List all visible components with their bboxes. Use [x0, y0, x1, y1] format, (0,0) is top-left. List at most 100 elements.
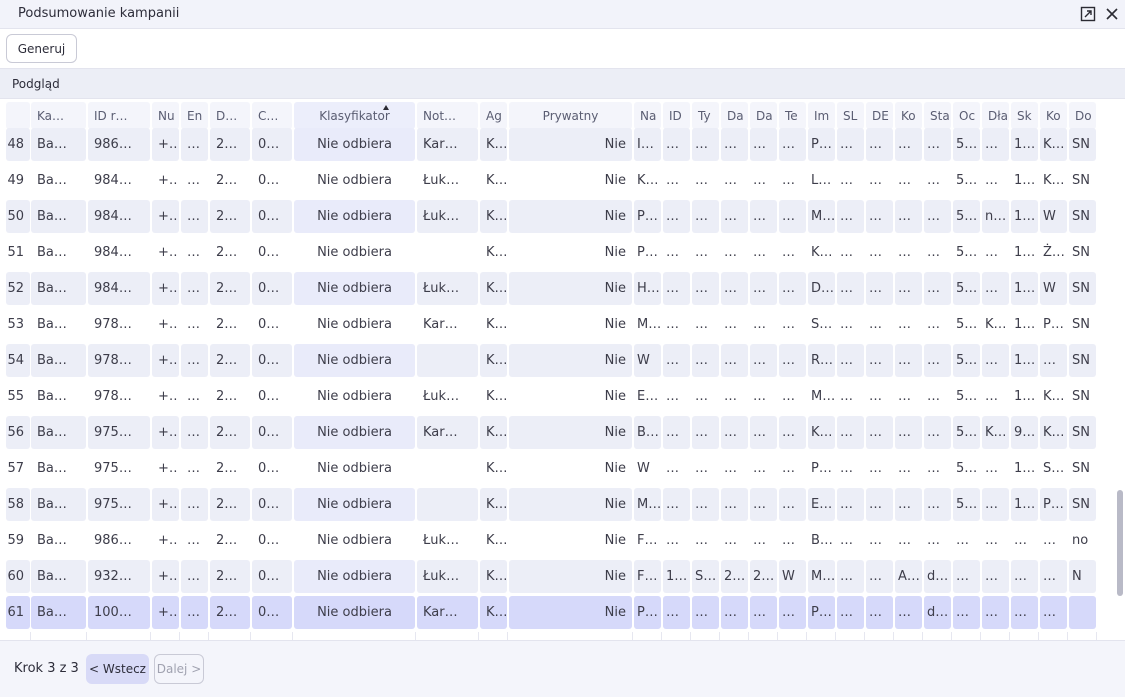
table-cell[interactable]: Kar…: [417, 416, 478, 449]
table-cell[interactable]: …: [721, 308, 748, 341]
table-cell[interactable]: …: [721, 272, 748, 305]
table-cell[interactable]: …: [895, 596, 922, 629]
table-cell[interactable]: …: [837, 416, 864, 449]
table-cell[interactable]: …: [721, 416, 748, 449]
table-cell[interactable]: K…: [1040, 416, 1067, 449]
table-cell[interactable]: …: [895, 200, 922, 233]
table-cell[interactable]: …: [181, 164, 208, 197]
table-cell[interactable]: …: [779, 272, 806, 305]
table-cell[interactable]: …: [837, 308, 864, 341]
table-cell[interactable]: …: [895, 164, 922, 197]
table-cell[interactable]: Nie: [509, 596, 632, 629]
table-cell[interactable]: 1…: [1011, 344, 1038, 377]
table-cell[interactable]: …: [1011, 560, 1038, 593]
table-cell[interactable]: 0…: [252, 164, 292, 197]
table-cell[interactable]: Ba…: [31, 272, 86, 305]
table-cell[interactable]: …: [837, 272, 864, 305]
table-cell[interactable]: K…: [808, 416, 835, 449]
table-cell[interactable]: Nie odbiera: [294, 596, 415, 629]
table-cell[interactable]: …: [895, 416, 922, 449]
table-cell[interactable]: …: [924, 416, 951, 449]
table-cell[interactable]: …: [692, 128, 719, 161]
table-cell[interactable]: …: [837, 236, 864, 269]
table-cell[interactable]: …: [663, 452, 690, 485]
table-cell[interactable]: …: [924, 236, 951, 269]
table-cell[interactable]: K…: [480, 524, 507, 557]
table-cell[interactable]: …: [924, 452, 951, 485]
table-cell[interactable]: …: [866, 200, 893, 233]
generate-button[interactable]: Generuj: [6, 34, 77, 63]
table-cell[interactable]: …: [837, 524, 864, 557]
table-cell[interactable]: K…: [480, 164, 507, 197]
table-cell[interactable]: …: [982, 596, 1009, 629]
table-cell[interactable]: +…: [152, 596, 179, 629]
table-cell[interactable]: 2…: [721, 560, 748, 593]
table-cell[interactable]: …: [779, 596, 806, 629]
table-row[interactable]: 56Ba…975…+……2…0…Nie odbieraKar…K…NieB…………: [0, 416, 1104, 449]
table-cell[interactable]: …: [692, 164, 719, 197]
table-cell[interactable]: …: [982, 488, 1009, 521]
table-cell[interactable]: …: [895, 452, 922, 485]
column-header[interactable]: C…: [252, 102, 292, 129]
table-cell[interactable]: …: [750, 308, 777, 341]
table-cell[interactable]: …: [663, 272, 690, 305]
table-cell[interactable]: 2…: [210, 596, 250, 629]
table-cell[interactable]: …: [837, 560, 864, 593]
table-cell[interactable]: 0…: [252, 272, 292, 305]
table-cell[interactable]: …: [837, 596, 864, 629]
table-cell[interactable]: 0…: [252, 524, 292, 557]
table-cell[interactable]: …: [663, 200, 690, 233]
table-cell[interactable]: …: [866, 524, 893, 557]
table-cell[interactable]: …: [866, 560, 893, 593]
table-cell[interactable]: …: [895, 380, 922, 413]
table-cell[interactable]: 1…: [663, 560, 690, 593]
table-cell[interactable]: …: [779, 488, 806, 521]
table-cell[interactable]: …: [750, 200, 777, 233]
table-cell[interactable]: [417, 236, 478, 269]
column-header[interactable]: Da: [750, 102, 777, 129]
table-row[interactable]: 57Ba…975…+……2…0…Nie odbieraK…NieW……………P……: [0, 452, 1104, 485]
table-cell[interactable]: 984…: [88, 236, 150, 269]
column-header[interactable]: Sk: [1011, 102, 1038, 129]
table-cell[interactable]: Ba…: [31, 128, 86, 161]
table-cell[interactable]: Łuk…: [417, 524, 478, 557]
table-cell[interactable]: …: [953, 596, 980, 629]
table-cell[interactable]: …: [692, 344, 719, 377]
table-cell[interactable]: M…: [808, 380, 835, 413]
table-cell[interactable]: …: [181, 344, 208, 377]
table-cell[interactable]: N: [1069, 560, 1096, 593]
table-cell[interactable]: L…: [808, 164, 835, 197]
table-row[interactable]: 51Ba…984…+……2…0…Nie odbieraK…NieP………………K…: [0, 236, 1104, 269]
table-cell[interactable]: K…: [480, 128, 507, 161]
table-cell[interactable]: …: [663, 344, 690, 377]
table-cell[interactable]: …: [181, 380, 208, 413]
table-cell[interactable]: S…: [808, 308, 835, 341]
table-cell[interactable]: K…: [982, 308, 1009, 341]
table-cell[interactable]: 1…: [1011, 272, 1038, 305]
table-cell[interactable]: …: [663, 416, 690, 449]
table-cell[interactable]: …: [692, 452, 719, 485]
table-cell[interactable]: 2…: [210, 380, 250, 413]
table-cell[interactable]: +…: [152, 380, 179, 413]
table-cell[interactable]: SN: [1069, 380, 1096, 413]
table-cell[interactable]: …: [866, 380, 893, 413]
table-cell[interactable]: …: [721, 452, 748, 485]
table-row[interactable]: 50Ba…984…+……2…0…Nie odbieraŁuk…K…NieP…………: [0, 200, 1104, 233]
table-cell[interactable]: Nie: [509, 128, 632, 161]
table-cell[interactable]: …: [982, 272, 1009, 305]
table-cell[interactable]: …: [750, 380, 777, 413]
table-cell[interactable]: 2…: [210, 128, 250, 161]
table-cell[interactable]: …: [721, 200, 748, 233]
table-cell[interactable]: K…: [480, 380, 507, 413]
table-cell[interactable]: …: [181, 236, 208, 269]
row-number[interactable]: 50: [6, 200, 30, 233]
table-cell[interactable]: 5…: [953, 416, 980, 449]
table-cell[interactable]: +…: [152, 272, 179, 305]
table-cell[interactable]: 0…: [252, 344, 292, 377]
table-cell[interactable]: [417, 344, 478, 377]
table-cell[interactable]: 5…: [953, 200, 980, 233]
table-cell[interactable]: …: [750, 596, 777, 629]
table-cell[interactable]: Ba…: [31, 488, 86, 521]
table-cell[interactable]: Nie: [509, 272, 632, 305]
table-cell[interactable]: …: [750, 344, 777, 377]
